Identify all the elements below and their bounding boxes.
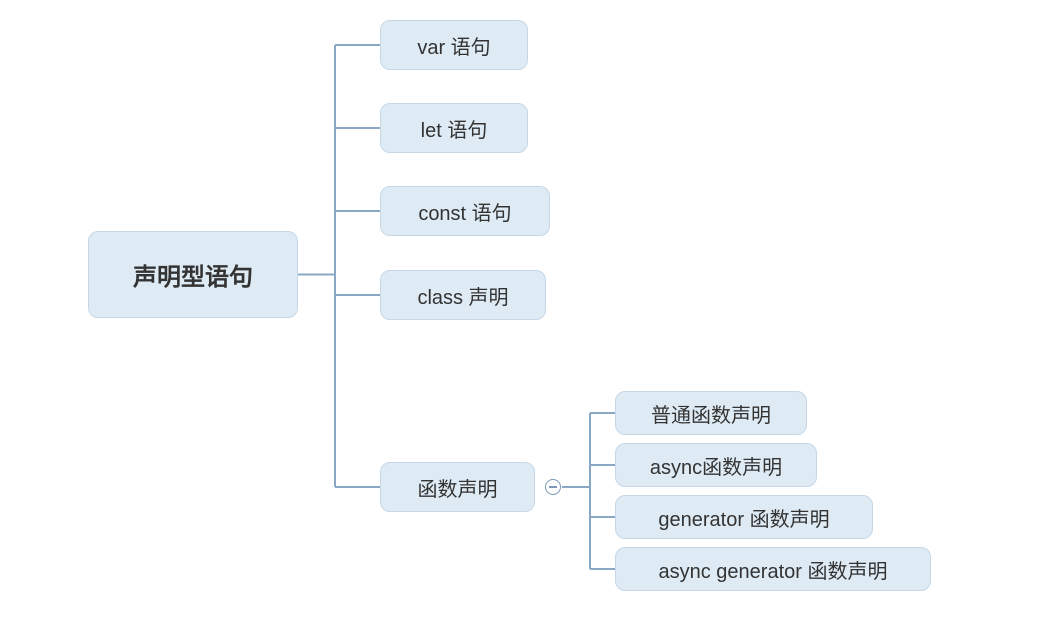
node-class[interactable]: class 声明 [380, 270, 546, 320]
node-async-generator-func[interactable]: async generator 函数声明 [615, 547, 931, 591]
root-label: 声明型语句 [133, 257, 253, 292]
node-async-func[interactable]: async函数声明 [615, 443, 817, 487]
collapse-toggle-func[interactable] [545, 479, 561, 495]
node-class-label: class 声明 [417, 281, 508, 310]
node-var-label: var 语句 [417, 31, 490, 60]
node-normal-func[interactable]: 普通函数声明 [615, 391, 807, 435]
node-async-generator-func-label: async generator 函数声明 [659, 555, 888, 584]
node-async-func-label: async函数声明 [650, 451, 782, 480]
root-node[interactable]: 声明型语句 [88, 231, 298, 318]
node-const-label: const 语句 [418, 197, 511, 226]
node-let[interactable]: let 语句 [380, 103, 528, 153]
node-generator-func-label: generator 函数声明 [658, 503, 829, 532]
node-generator-func[interactable]: generator 函数声明 [615, 495, 873, 539]
node-let-label: let 语句 [421, 114, 488, 143]
node-var[interactable]: var 语句 [380, 20, 528, 70]
node-func[interactable]: 函数声明 [380, 462, 535, 512]
node-normal-func-label: 普通函数声明 [651, 399, 771, 428]
node-const[interactable]: const 语句 [380, 186, 550, 236]
node-func-label: 函数声明 [418, 473, 498, 502]
